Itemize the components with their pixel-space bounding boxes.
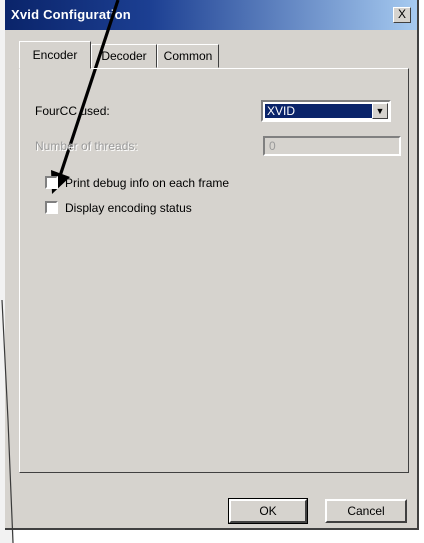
tab-decoder[interactable]: Decoder — [91, 44, 157, 68]
chevron-down-icon[interactable]: ▼ — [372, 103, 388, 119]
tab-encoder[interactable]: Encoder — [19, 41, 91, 69]
close-button[interactable]: X — [393, 7, 411, 23]
encoding-status-label: Display encoding status — [65, 201, 192, 215]
xvid-config-dialog: Xvid Configuration X Encoder Decoder Com… — [5, 0, 419, 530]
tab-common[interactable]: Common — [157, 44, 219, 68]
tab-encoder-label: Encoder — [32, 48, 78, 62]
window-title: Xvid Configuration — [11, 7, 131, 22]
threads-label: Number of threads: — [35, 139, 138, 153]
threads-input[interactable]: 0 — [263, 136, 401, 156]
tab-decoder-label: Decoder — [101, 49, 147, 63]
tab-common-label: Common — [163, 49, 213, 63]
cancel-button[interactable]: Cancel — [325, 499, 407, 523]
ok-button[interactable]: OK — [228, 498, 308, 524]
fourcc-label: FourCC used: — [35, 104, 110, 118]
fourcc-select[interactable]: XVID ▼ — [261, 100, 391, 122]
debug-info-checkbox[interactable] — [45, 176, 58, 189]
fourcc-selected-value: XVID — [265, 104, 373, 118]
titlebar[interactable]: Xvid Configuration X — [5, 0, 417, 30]
encoding-status-checkbox[interactable] — [45, 201, 58, 214]
encoder-tab-panel — [19, 68, 409, 473]
debug-info-label: Print debug info on each frame — [65, 176, 230, 190]
